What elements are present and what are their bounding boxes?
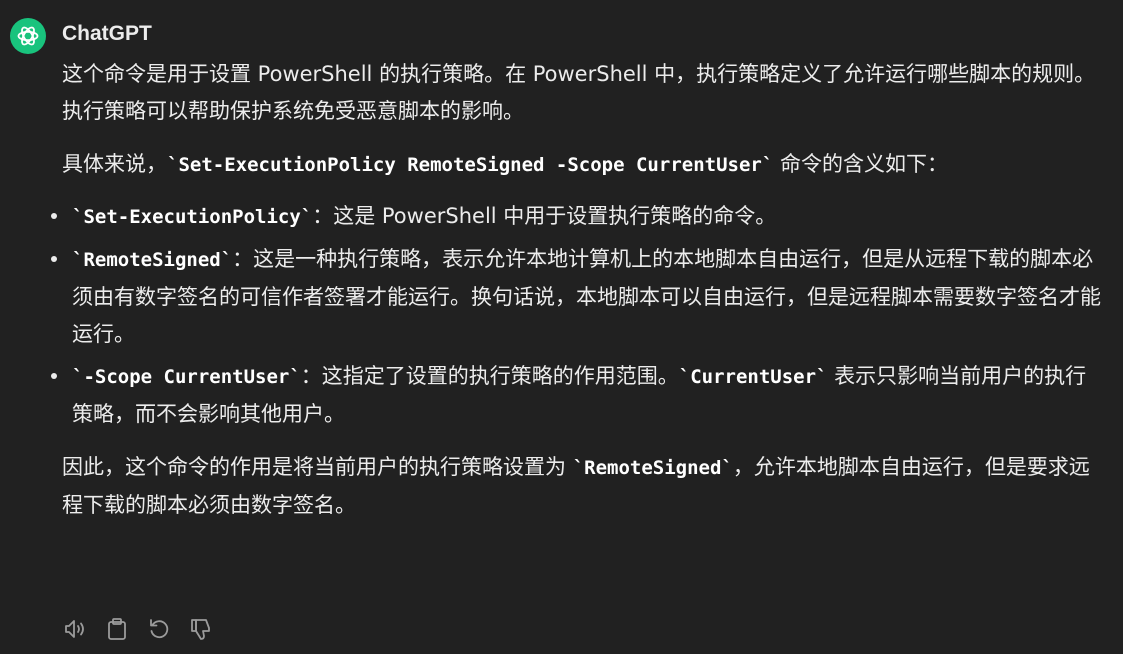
chatgpt-avatar [10, 18, 46, 54]
lead-tail: 命令的含义如下： [773, 152, 948, 176]
inline-code: `RemoteSigned` [72, 249, 233, 271]
inline-code: `-Scope CurrentUser` [72, 366, 301, 388]
read-aloud-button[interactable] [62, 616, 88, 642]
conclusion-paragraph: 因此，这个命令的作用是将当前用户的执行策略设置为 `RemoteSigned`，… [62, 449, 1102, 524]
message-actions [62, 616, 214, 642]
list-item: `-Scope CurrentUser`：这指定了设置的执行策略的作用范围。`C… [51, 358, 1102, 433]
inline-code: `Set-ExecutionPolicy` [72, 206, 313, 228]
intro-paragraph: 这个命令是用于设置 PowerShell 的执行策略。在 PowerShell … [62, 62, 1096, 123]
bullet [51, 213, 57, 219]
speaker-icon [65, 620, 84, 638]
list-item: `RemoteSigned`：这是一种执行策略，表示允许本地计算机上的本地脚本自… [51, 241, 1102, 353]
copy-button[interactable] [104, 616, 130, 642]
bullet [51, 373, 57, 379]
lead-paragraph: 具体来说，`Set-ExecutionPolicy RemoteSigned -… [62, 146, 1102, 184]
message-body: 这个命令是用于设置 PowerShell 的执行策略。在 PowerShell … [51, 56, 1102, 524]
bullet [51, 256, 57, 262]
clipboard-icon [108, 618, 126, 640]
list-item-text: ：这指定了设置的执行策略的作用范围。 [300, 364, 679, 388]
thumbs-down-icon [191, 619, 210, 640]
explanation-list: `Set-ExecutionPolicy`：这是 PowerShell 中用于设… [51, 198, 1102, 433]
inline-code: `RemoteSigned` [572, 457, 733, 479]
list-item: `Set-ExecutionPolicy`：这是 PowerShell 中用于设… [51, 198, 1102, 236]
sender-name: ChatGPT [62, 22, 152, 45]
regenerate-button[interactable] [146, 616, 172, 642]
conclusion-text: 因此，这个命令的作用是将当前用户的执行策略设置为 [62, 455, 573, 479]
list-item-text: ：这是 PowerShell 中用于设置执行策略的命令。 [312, 204, 777, 228]
regenerate-icon [150, 619, 169, 639]
thumbs-down-button[interactable] [188, 616, 214, 642]
inline-code: `Set-ExecutionPolicy RemoteSigned -Scope… [167, 154, 774, 176]
inline-code: `CurrentUser` [678, 366, 828, 388]
lead-text: 具体来说， [62, 152, 167, 176]
openai-logo-icon [17, 26, 39, 46]
